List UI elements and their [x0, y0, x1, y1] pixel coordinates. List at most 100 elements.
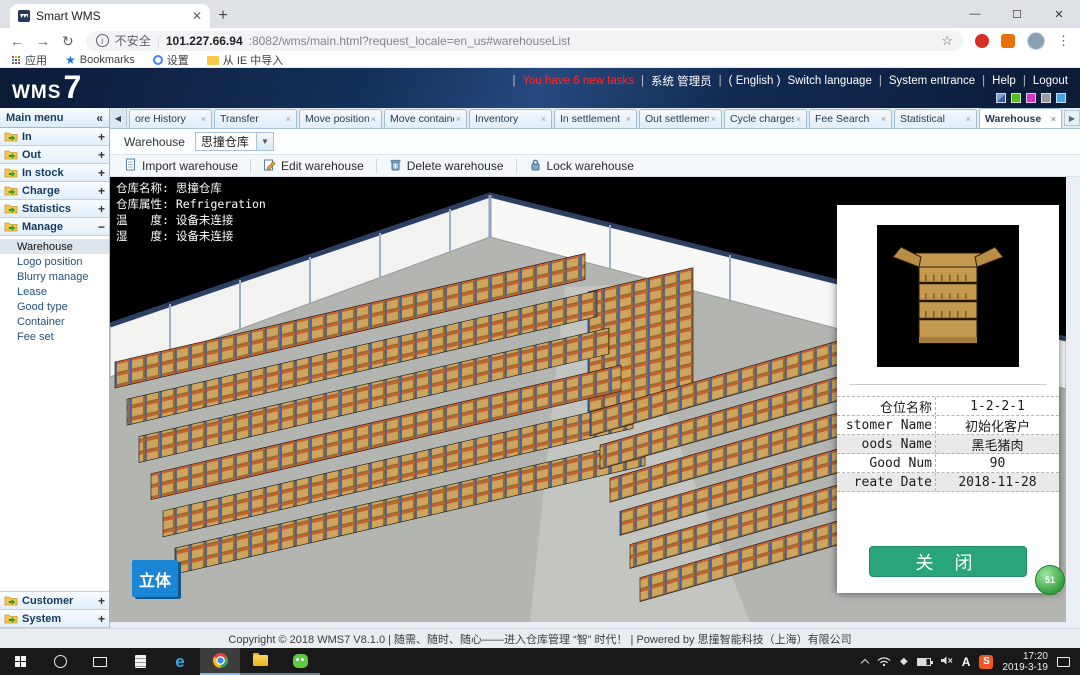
tab-close-icon[interactable]: ×: [796, 114, 801, 124]
tab-statistical[interactable]: Statistical×: [894, 109, 977, 128]
import-ie-shortcut[interactable]: 从 IE 中导入: [207, 52, 284, 68]
new-tasks-link[interactable]: You have 6 new tasks: [523, 75, 634, 87]
sidebar-group-in[interactable]: In +: [0, 128, 109, 146]
start-button[interactable]: [0, 648, 40, 675]
tab-cycle-charges[interactable]: Cycle charges×: [724, 109, 807, 128]
minimize-button[interactable]: —: [954, 0, 996, 28]
apps-shortcut[interactable]: 应用: [12, 52, 47, 68]
tab-in-settlement[interactable]: In settlement×: [554, 109, 637, 128]
switch-language-link[interactable]: Switch language: [787, 75, 871, 87]
expand-icon[interactable]: +: [98, 166, 105, 180]
sidebar-item-lease[interactable]: Lease: [0, 284, 109, 299]
edge-button[interactable]: e: [160, 648, 200, 675]
edit-warehouse-button[interactable]: Edit warehouse: [255, 155, 372, 176]
tab-close-icon[interactable]: ×: [201, 114, 206, 124]
tab-scroll-right-icon[interactable]: ▶: [1064, 110, 1080, 126]
tab-transfer[interactable]: Transfer×: [214, 109, 297, 128]
sidebar-group-manage[interactable]: Manage −: [0, 218, 109, 236]
tab-close-icon[interactable]: ×: [541, 114, 546, 124]
sidebar-item-warehouse[interactable]: Warehouse: [0, 239, 109, 254]
warehouse-combobox[interactable]: 思撞仓库 ▼: [195, 132, 274, 151]
collapse-icon[interactable]: −: [98, 220, 105, 234]
extension-icon[interactable]: [975, 34, 989, 48]
tab-out-settlement[interactable]: Out settlement×: [639, 109, 722, 128]
forward-icon[interactable]: →: [36, 34, 50, 48]
tab-fee-search[interactable]: Fee Search×: [809, 109, 892, 128]
theme-swatch[interactable]: [1026, 93, 1036, 103]
tab-scroll-left-icon[interactable]: ◀: [110, 108, 127, 128]
tray-expand-icon[interactable]: [861, 659, 869, 667]
import-warehouse-button[interactable]: Import warehouse: [116, 155, 246, 176]
notepad-button[interactable]: [120, 648, 160, 675]
lock-warehouse-button[interactable]: Lock warehouse: [521, 155, 642, 176]
theme-swatch[interactable]: [1011, 93, 1021, 103]
expand-icon[interactable]: +: [98, 184, 105, 198]
tab-close-icon[interactable]: ×: [1051, 114, 1056, 124]
system-entrance-link[interactable]: System entrance: [889, 75, 975, 87]
tab-close-icon[interactable]: ×: [371, 114, 376, 124]
cortana-button[interactable]: [40, 648, 80, 675]
sidebar-group-customer[interactable]: Customer +: [0, 592, 109, 610]
help-link[interactable]: Help: [992, 75, 1016, 87]
sidebar-item-blurry-manage[interactable]: Blurry manage: [0, 269, 109, 284]
theme-swatch[interactable]: [1056, 93, 1066, 103]
task-view-button[interactable]: [80, 648, 120, 675]
profile-avatar[interactable]: [1027, 32, 1045, 50]
sidebar-group-system[interactable]: System +: [0, 610, 109, 628]
tab-store-history[interactable]: ore History×: [129, 109, 212, 128]
chrome-button[interactable]: [200, 648, 240, 675]
url-field[interactable]: i 不安全 101.227.66.94 :8082/wms/main.html?…: [86, 31, 963, 51]
expand-icon[interactable]: +: [98, 594, 105, 608]
sidebar-item-good-type[interactable]: Good type: [0, 299, 109, 314]
maximize-button[interactable]: ☐: [996, 0, 1038, 28]
browser-tab[interactable]: Smart WMS ✕: [10, 4, 210, 28]
tab-move-container[interactable]: Move container×: [384, 109, 467, 128]
sidebar-group-out[interactable]: Out +: [0, 146, 109, 164]
expand-icon[interactable]: +: [98, 612, 105, 626]
sidebar-item-logo-position[interactable]: Logo position: [0, 254, 109, 269]
back-icon[interactable]: ←: [10, 34, 24, 48]
volume-muted-icon[interactable]: [940, 653, 953, 671]
ime-indicator[interactable]: A: [962, 655, 971, 669]
delete-warehouse-button[interactable]: Delete warehouse: [381, 155, 512, 176]
theme-swatch[interactable]: [1041, 93, 1051, 103]
tab-close-icon[interactable]: ×: [881, 114, 886, 124]
sidebar-item-fee-set[interactable]: Fee set: [0, 329, 109, 344]
settings-shortcut[interactable]: 设置: [153, 52, 189, 68]
sidebar-group-charge[interactable]: Charge +: [0, 182, 109, 200]
browser-menu-icon[interactable]: ⋮: [1057, 33, 1070, 49]
warehouse-3d-viewport[interactable]: 仓库名称: 思撞仓库 仓库属性: Refrigeration 温 度: 设备未连…: [110, 177, 1066, 622]
reload-icon[interactable]: ↻: [62, 34, 74, 48]
bookmarks-shortcut[interactable]: ★ Bookmarks: [65, 53, 135, 67]
sidebar-item-container[interactable]: Container: [0, 314, 109, 329]
logout-link[interactable]: Logout: [1033, 75, 1068, 87]
tab-move-position[interactable]: Move position×: [299, 109, 382, 128]
sogou-input-icon[interactable]: S: [979, 655, 993, 669]
sidebar-group-statistics[interactable]: Statistics +: [0, 200, 109, 218]
tab-close-icon[interactable]: ×: [711, 114, 716, 124]
expand-icon[interactable]: +: [98, 202, 105, 216]
close-panel-button[interactable]: 关 闭: [869, 546, 1027, 577]
expand-icon[interactable]: +: [98, 148, 105, 162]
tab-close-icon[interactable]: ×: [286, 114, 291, 124]
tray-app-icon[interactable]: ◆: [900, 656, 908, 667]
tab-inventory[interactable]: Inventory×: [469, 109, 552, 128]
action-center-icon[interactable]: [1057, 657, 1070, 667]
collapse-sidebar-icon[interactable]: «: [96, 111, 103, 125]
tab-close-icon[interactable]: ✕: [192, 10, 202, 22]
file-explorer-button[interactable]: [240, 648, 280, 675]
theme-swatch[interactable]: [996, 93, 1006, 103]
notification-badge[interactable]: 51: [1035, 565, 1065, 595]
info-icon[interactable]: i: [96, 34, 109, 47]
expand-icon[interactable]: +: [98, 130, 105, 144]
new-tab-button[interactable]: +: [210, 4, 236, 28]
tab-warehouse[interactable]: Warehouse×: [979, 108, 1062, 128]
sidebar-group-in-stock[interactable]: In stock +: [0, 164, 109, 182]
tab-close-icon[interactable]: ×: [456, 114, 461, 124]
extension-icon[interactable]: [1001, 34, 1015, 48]
taskbar-clock[interactable]: 17:20 2019-3-19: [1002, 651, 1048, 673]
wechat-button[interactable]: [280, 648, 320, 675]
battery-icon[interactable]: [917, 658, 931, 666]
tab-close-icon[interactable]: ×: [626, 114, 631, 124]
stereo-view-button[interactable]: 立体: [132, 560, 178, 597]
